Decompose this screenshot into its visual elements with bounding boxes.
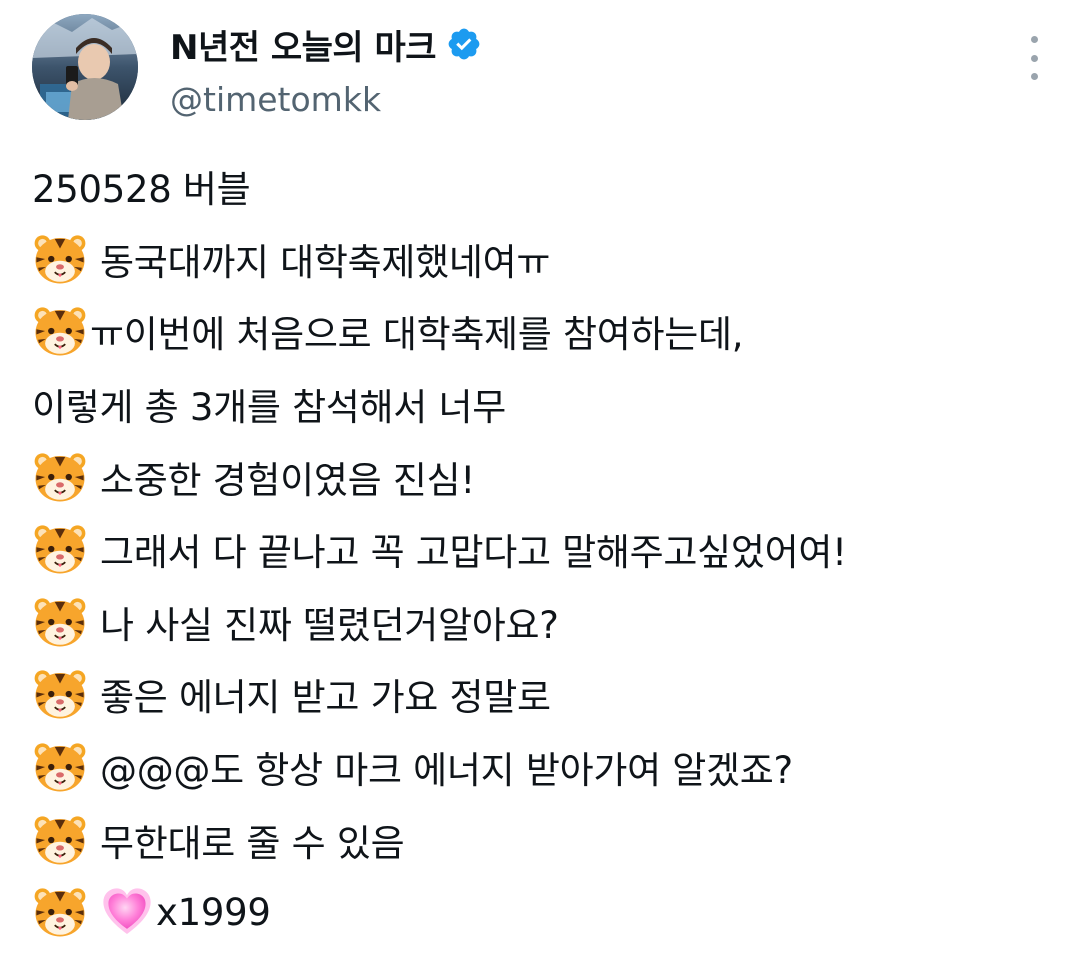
tweet-line: 그래서 다 끝나고 꼭 고맙다고 말해주고싶었어여! [32, 513, 1062, 586]
tiger-face-icon [32, 521, 88, 577]
tweet-line: 좋은 에너지 받고 가요 정말로 [32, 658, 1062, 731]
author-avatar[interactable] [32, 14, 138, 120]
tweet-line-text: 그래서 다 끝나고 꼭 고맙다고 말해주고싶었어여! [100, 531, 847, 575]
author-handle[interactable]: @timetomkk [170, 80, 381, 119]
tweet-line: x1999 [32, 876, 1062, 949]
growing-heart-icon [103, 888, 151, 935]
tweet-line-text: x1999 [156, 890, 271, 934]
tweet-text: 250528 버블 동국대까지 대학축제했네여ㅠ ㅠ이번에 처음으로 대학축제를… [32, 150, 1062, 949]
tweet-line: 이렇게 총 3개를 참석해서 너무 [32, 368, 1062, 441]
more-dot [1030, 54, 1038, 62]
avatar-photo-icon [32, 14, 138, 120]
tweet-line: 무한대로 줄 수 있음 [32, 803, 1062, 876]
more-dot [1030, 36, 1038, 43]
tweet-line-text: 이렇게 총 3개를 참석해서 너무 [32, 386, 506, 430]
tweet-line-text: 무한대로 줄 수 있음 [100, 821, 405, 865]
tiger-face-icon [32, 666, 88, 722]
tiger-face-icon [32, 449, 88, 505]
tiger-face-icon [32, 303, 88, 359]
tweet-header: N년전 오늘의 마크 @timetomkk [32, 14, 1052, 124]
tiger-face-icon [32, 231, 88, 287]
tweet-line-text: ㅠ이번에 처음으로 대학축제를 참여하는데, [90, 313, 744, 357]
tweet-line: ㅠ이번에 처음으로 대학축제를 참여하는데, [32, 295, 1062, 368]
tweet-line: 동국대까지 대학축제했네여ㅠ [32, 223, 1062, 296]
tiger-face-icon [32, 739, 88, 795]
tweet-card: N년전 오늘의 마크 @timetomkk 250528 버블 동국대까지 대학… [0, 0, 1079, 964]
tiger-face-icon [32, 594, 88, 650]
tweet-line-text: 나 사실 진짜 떨렸던거알아요? [100, 603, 559, 647]
tweet-line: 250528 버블 [32, 150, 1062, 223]
tweet-line-text: 소중한 경험이였음 진심! [100, 458, 475, 502]
more-options-button[interactable] [1016, 36, 1052, 80]
tweet-line-text: 250528 버블 [32, 168, 251, 212]
author-name-row: N년전 오늘의 마크 [170, 20, 482, 68]
more-dot [1030, 73, 1038, 80]
tiger-face-icon [32, 884, 88, 940]
tweet-line: 소중한 경험이였음 진심! [32, 440, 1062, 513]
tweet-line: @@@도 항상 마크 에너지 받아가여 알겠죠? [32, 731, 1062, 804]
tweet-line-text: 좋은 에너지 받고 가요 정말로 [100, 676, 551, 720]
tweet-line-text: 동국대까지 대학축제했네여ㅠ [100, 240, 551, 284]
tiger-face-icon [32, 812, 88, 868]
tweet-line: 나 사실 진짜 떨렸던거알아요? [32, 586, 1062, 659]
tweet-line-text: @@@도 항상 마크 에너지 받아가여 알겠죠? [100, 749, 793, 793]
verified-badge-icon [446, 26, 482, 62]
author-display-name[interactable]: N년전 오늘의 마크 [170, 20, 437, 69]
